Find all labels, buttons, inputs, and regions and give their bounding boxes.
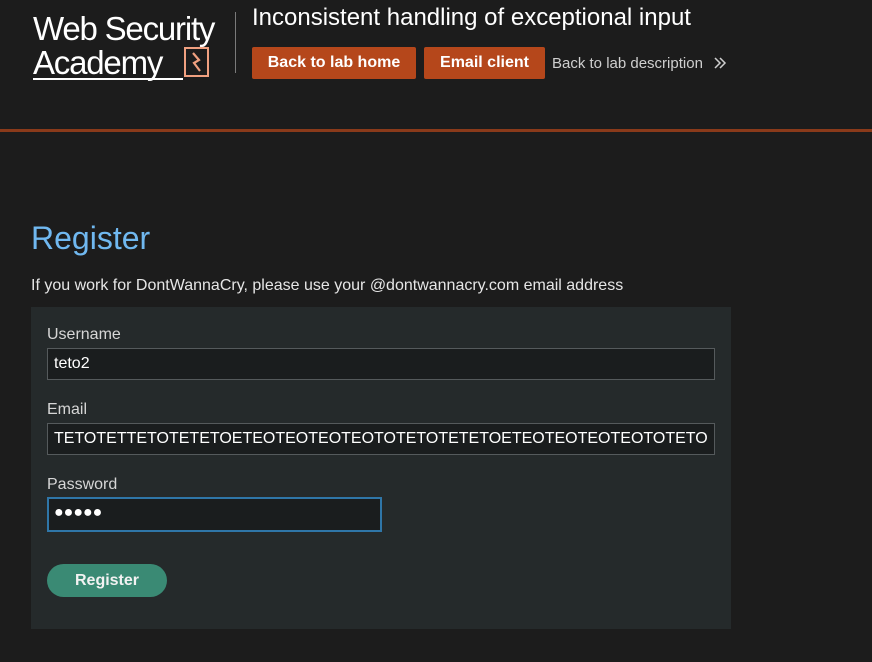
email-label: Email xyxy=(47,401,88,418)
username-label: Username xyxy=(47,326,121,343)
username-input[interactable]: teto2 xyxy=(47,348,715,380)
logo-text-line2: Academy xyxy=(33,44,163,81)
double-chevron-right-icon xyxy=(714,57,727,69)
back-to-lab-description-link[interactable]: Back to lab description xyxy=(552,55,727,72)
page-title: Register xyxy=(31,220,151,256)
password-label: Password xyxy=(47,476,118,493)
back-to-lab-home-button[interactable]: Back to lab home xyxy=(252,47,416,79)
register-form: Username teto2 Email TETOTETTETOTETETOET… xyxy=(31,307,731,629)
registration-note: If you work for DontWannaCry, please use… xyxy=(31,277,624,294)
password-input[interactable]: ●●●●● xyxy=(47,497,382,532)
logo-underline xyxy=(33,78,183,80)
web-security-academy-logo[interactable]: Web Security Academy xyxy=(33,10,233,82)
email-client-button[interactable]: Email client xyxy=(424,47,545,79)
lab-title: Inconsistent handling of exceptional inp… xyxy=(252,4,691,31)
header-divider xyxy=(235,12,236,73)
back-to-lab-description-label: Back to lab description xyxy=(552,55,703,72)
email-input[interactable]: TETOTETTETOTETETOETEOTEOTEOTEOTOTETOTETE… xyxy=(47,423,715,455)
site-header: Web Security Academy Inconsistent handli… xyxy=(0,0,872,132)
register-button[interactable]: Register xyxy=(47,564,167,597)
lightning-logo-icon xyxy=(184,47,209,77)
logo-text-line1: Web Security xyxy=(33,10,215,47)
